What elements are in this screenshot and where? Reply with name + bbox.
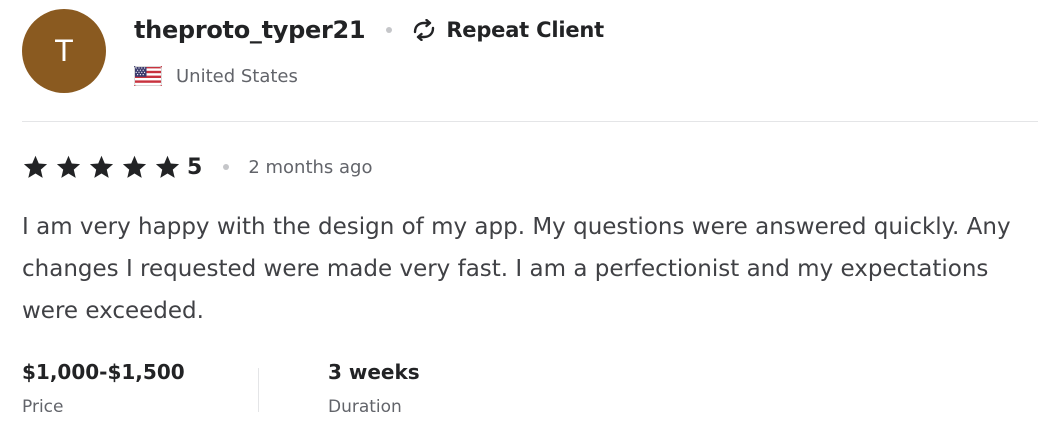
review-card: T theproto_typer21 Repeat Client United …: [22, 0, 1038, 436]
divider: [22, 121, 1038, 122]
avatar[interactable]: T: [22, 9, 106, 93]
separator-dot: [223, 164, 230, 170]
price-block: $1,000-$1,500 Price: [22, 354, 258, 424]
star-rating: [22, 154, 187, 181]
separator-dot: [386, 27, 393, 33]
price-label: Price: [22, 397, 64, 417]
repeat-icon: [410, 16, 438, 44]
duration-block: 3 weeks Duration: [328, 354, 420, 424]
repeat-client-badge: Repeat Client: [446, 18, 604, 42]
rating-value: 5: [187, 154, 203, 180]
us-flag-icon: [134, 66, 162, 86]
star-icon: [155, 155, 180, 178]
review-text: I am very happy with the design of my ap…: [22, 214, 1011, 324]
meta-divider: [258, 368, 259, 412]
star-icon: [56, 155, 81, 178]
order-details: $1,000-$1,500 Price 3 weeks Duration: [22, 354, 420, 424]
rating-row: 5 2 months ago: [22, 148, 372, 186]
reviewer-country: United States: [176, 65, 298, 87]
reviewer-header: theproto_typer21 Repeat Client: [134, 10, 604, 50]
reviewer-username[interactable]: theproto_typer21: [134, 16, 366, 44]
star-icon: [122, 155, 147, 178]
duration-label: Duration: [328, 397, 402, 417]
star-icon: [23, 155, 48, 178]
reviewer-location: United States: [134, 60, 298, 92]
star-icon: [89, 155, 114, 178]
review-time: 2 months ago: [248, 156, 373, 178]
duration-value: 3 weeks: [328, 360, 420, 384]
price-value: $1,000-$1,500: [22, 360, 185, 384]
